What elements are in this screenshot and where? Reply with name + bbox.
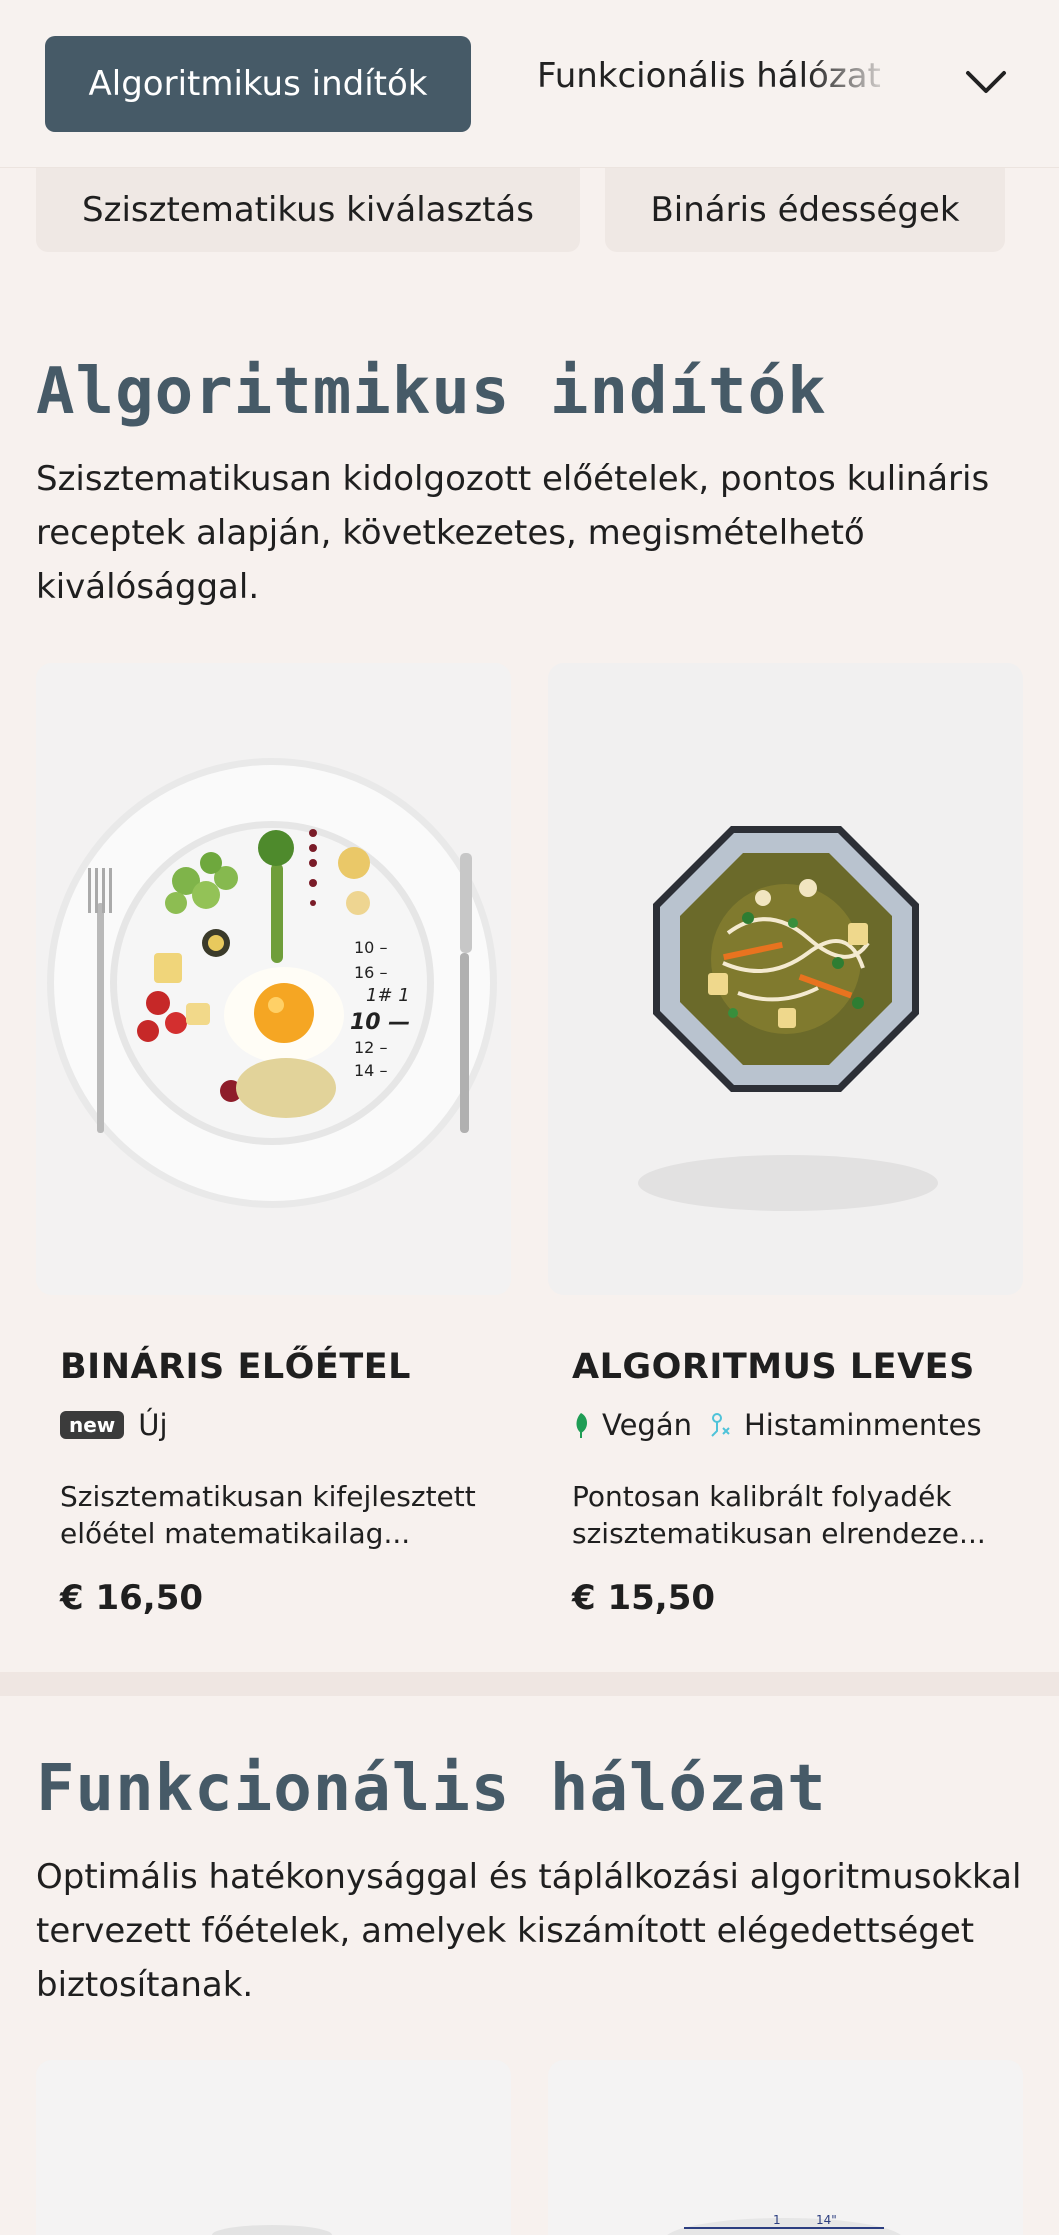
section-title-main-courses: Funkcionális hálózat	[36, 1752, 827, 1826]
svg-text:14": 14"	[816, 2213, 837, 2227]
svg-text:14 –: 14 –	[354, 1061, 387, 1080]
dish-name-algoritmus-leves[interactable]: ALGORITMUS LEVES	[572, 1347, 975, 1387]
section-description-starters: Szisztematikusan kidolgozott előételek, …	[36, 459, 990, 607]
dish-tags-algoritmus-leves: Vegán Histaminmentes	[572, 1408, 982, 1442]
chevron-down-icon[interactable]	[962, 63, 1010, 99]
category-tab-bar: Algoritmikus indítók Funkcionális hálóza…	[0, 0, 1059, 168]
svg-text:16 –: 16 –	[354, 963, 387, 982]
dish-image-binaris-eloetel[interactable]: 10 – 16 – 1# 1 10 — 12 – 14 –	[36, 663, 511, 1295]
svg-text:1# 1: 1# 1	[366, 985, 410, 1006]
section-divider	[0, 1672, 1059, 1696]
new-badge: new	[60, 1411, 125, 1439]
dish-description-algoritmus-leves: Pontosan kalibrált folyadék szisztematik…	[572, 1480, 986, 1550]
dish-image-algoritmus-leves[interactable]	[548, 663, 1023, 1295]
histamine-free-icon	[711, 1413, 730, 1437]
tag-histamine-free: Histaminmentes	[744, 1408, 982, 1442]
dish-description-binaris-eloetel: Szisztematikusan kifejlesztett előétel m…	[60, 1480, 476, 1550]
dish-image-main-2[interactable]: 1 14"	[548, 2060, 1023, 2235]
dish-image-main-1[interactable]	[36, 2060, 511, 2235]
chip-binaris-edessegek[interactable]: Bináris édességek	[605, 168, 1005, 252]
tab-algoritmikus-inditok[interactable]: Algoritmikus indítók	[45, 36, 471, 132]
svg-text:1: 1	[773, 2213, 781, 2227]
tab-funkcionalis-halozat[interactable]: Funkcionális hálózat	[537, 56, 897, 96]
section-title-starters: Algoritmikus indítók	[36, 355, 827, 429]
chip-szisztematikus-kivalasztas[interactable]: Szisztematikus kiválasztás	[36, 168, 580, 252]
dish-price-binaris-eloetel: € 16,50	[60, 1578, 204, 1618]
leaf-icon	[576, 1413, 587, 1438]
tag-new: Új	[138, 1408, 168, 1442]
svg-text:10 —: 10 —	[350, 1010, 410, 1035]
dish-tags-binaris-eloetel: new Új	[60, 1408, 168, 1442]
svg-text:12 –: 12 –	[354, 1038, 387, 1057]
dish-name-binaris-eloetel[interactable]: BINÁRIS ELŐÉTEL	[60, 1347, 411, 1387]
tag-vegan: Vegán	[602, 1408, 692, 1442]
tab-fade-overlay	[807, 56, 897, 96]
dish-price-algoritmus-leves: € 15,50	[572, 1578, 716, 1618]
section-description-main-courses: Optimális hatékonysággal és táplálkozási…	[36, 1857, 1022, 2005]
svg-text:10 –: 10 –	[354, 938, 387, 957]
